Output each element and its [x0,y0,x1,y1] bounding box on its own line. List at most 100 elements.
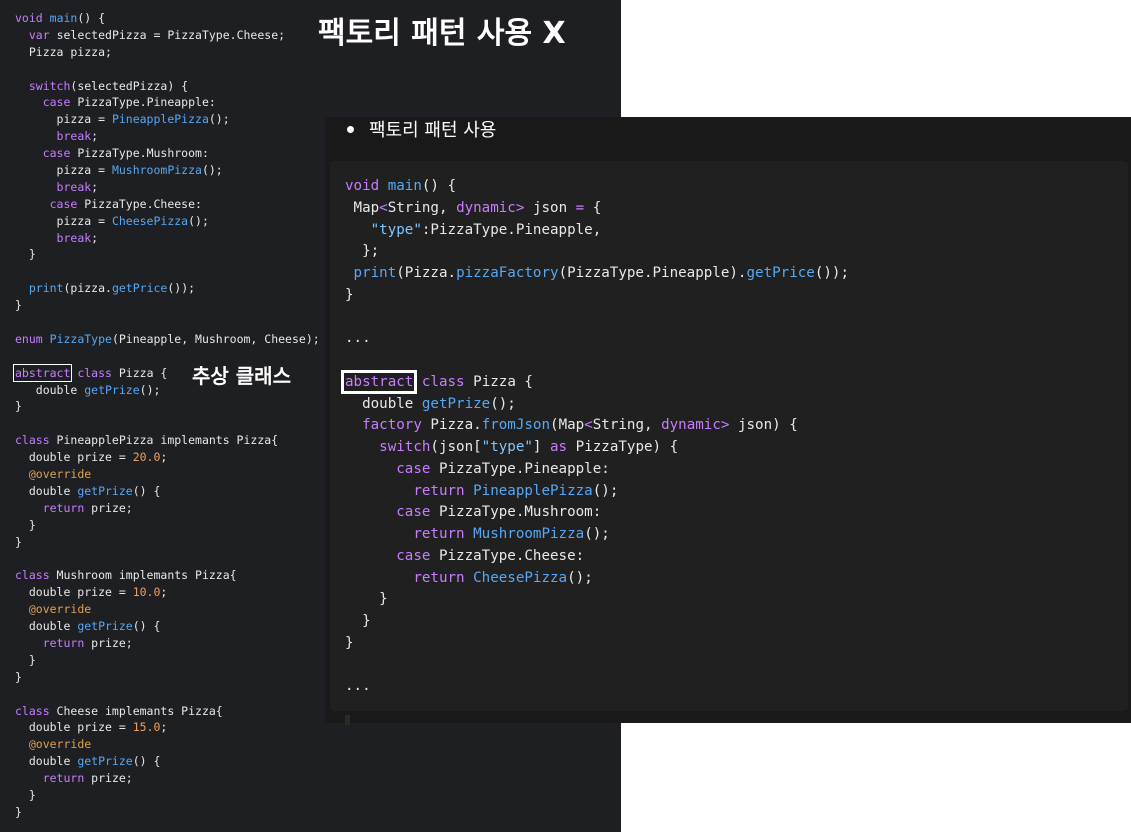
code-token: Mushroom implemants Pizza{ [49,568,237,583]
code-token: return [413,482,465,499]
code-token: ] [532,439,551,455]
code-line: case PizzaType.Cheese: [345,546,849,568]
code-token: (json[ [430,439,482,455]
code-token: case [49,196,78,211]
code-token: void [15,11,43,25]
code-token: return [413,526,465,542]
code-line: } [15,652,320,669]
code-token: @override [28,737,92,752]
code-token: enum [15,331,43,346]
code-token: Pizza. [421,417,482,434]
code-token: print [353,265,397,281]
code-line: Map<String, dynamic> json = { [345,198,849,220]
code-line: } [15,517,320,534]
code-line: } [15,398,320,415]
code-line: case PizzaType.Cheese: [15,196,320,213]
code-line: switch(selectedPizza) { [15,78,320,95]
code-line: case PizzaType.Mushroom: [345,502,849,524]
code-token: return [42,635,85,650]
code-line: @override [15,466,320,483]
code-token: PineapplePizza [473,482,593,499]
code-line: break; [15,128,320,145]
code-token: class [77,365,112,380]
code-token: double prize = [15,720,133,735]
code-line: @override [15,736,320,753]
code-token: } [15,804,22,819]
code-token: } [15,534,22,549]
code-token: class [421,373,465,390]
code-token: double [15,483,78,498]
code-token: return [42,771,85,786]
code-token: PizzaType.Cheese: [430,547,585,564]
code-token: } [15,669,22,684]
code-token: PineapplePizza [111,112,209,127]
code-line: double getPrize() { [15,483,320,500]
code-line: return MushroomPizza(); [345,524,849,546]
trailing-bullet-stub [345,715,350,725]
code-token: } [15,652,36,667]
code-line: return prize; [15,635,320,652]
code-token: void [345,178,380,194]
code-token: } [345,613,371,629]
code-line: void main() { [15,10,320,27]
code-token: dynamic [456,199,516,216]
code-token: } [15,517,36,532]
code-token: } [15,399,22,414]
code-token: PizzaType.Cheese: [77,196,202,211]
code-token: factory [362,417,422,434]
code-token: main [49,11,78,25]
code-token: :PizzaType.Pineapple, [421,221,602,238]
code-token: "type" [481,439,533,455]
code-token: Pizza { [111,365,168,380]
code-line: class Mushroom implemants Pizza{ [15,567,320,584]
code-block[interactable]: void main() { Map<String, dynamic> json … [330,161,1128,711]
code-token: }; [345,243,380,260]
code-token: (); [201,163,223,178]
code-token: ; [160,450,168,465]
code-line: print(Pizza.pizzaFactory(PizzaType.Pinea… [345,263,849,285]
code-token: (selectedPizza) { [70,78,189,93]
code-line: abstract class Pizza { [340,369,849,394]
code-token: pizza = [15,112,112,127]
code-token: print [28,281,64,296]
code-token: PizzaType) { [567,439,679,455]
code-token: { [584,199,602,216]
code-token: () { [132,754,161,769]
code-line: case PizzaType.Mushroom: [15,145,320,162]
code-token: ; [91,179,99,194]
code-token: CheesePizza [111,213,189,228]
code-token: class [15,703,50,718]
code-token: (Pineapple, Mushroom, Cheese); [111,331,320,346]
code-token: fromJson [481,417,551,434]
code-token: Map [345,199,380,216]
code-line: } [345,611,849,633]
slide: void main() { var selectedPizza = PizzaT… [0,0,1131,832]
code-line: void main() { [345,176,849,198]
code-line: } [345,633,849,655]
code-token: Pizza { [464,373,533,390]
code-line: double prize = 10.0; [15,584,320,601]
code-token: CheesePizza [473,569,568,586]
code-line: pizza = MushroomPizza(); [15,162,320,179]
code-line: ... [345,676,849,698]
code-token: break [56,179,92,194]
code-token: (); [584,526,610,542]
code-token: PizzaType.Pineapple: [70,95,216,110]
code-line: double prize = 15.0; [15,719,320,736]
